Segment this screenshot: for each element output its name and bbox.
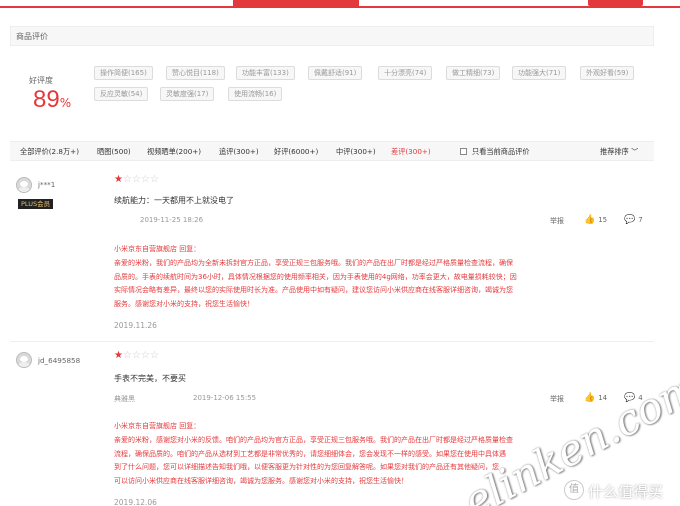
section-title: 商品评价 bbox=[16, 32, 48, 41]
like-button[interactable]: 👍 15 bbox=[584, 215, 607, 225]
review-tag[interactable]: 使用流畅(16) bbox=[228, 87, 283, 101]
comment-button[interactable]: 💬 7 bbox=[624, 215, 643, 225]
only-current-label[interactable]: 只看当前商品评价 bbox=[472, 147, 530, 157]
reply-line: 可以访问小米供应商在线客服详细咨询，竭诚为您服务。感谢您对小米的支持，祝您生活愉… bbox=[114, 477, 408, 486]
filter-pics[interactable]: 晒图(500) bbox=[97, 147, 131, 157]
reply-line: 实际情况会略有差异，最终以您的实际使用时长为准。产品使用中如有疑问，建议您访问小… bbox=[114, 286, 513, 295]
rating-unit: % bbox=[59, 96, 72, 110]
top-nav-strip bbox=[0, 0, 680, 8]
filter-bad[interactable]: 差评(300+) bbox=[391, 147, 431, 157]
sort-label: 推荐排序 bbox=[600, 147, 629, 156]
review-date: 2019-11-25 18:26 bbox=[140, 216, 204, 224]
star-rating: ★☆☆☆☆ bbox=[114, 350, 159, 361]
avatar[interactable] bbox=[16, 177, 32, 193]
rating-value: 89% bbox=[33, 86, 71, 114]
smzdm-logo-icon: 值 bbox=[564, 480, 584, 500]
review-divider bbox=[10, 341, 654, 342]
comment-icon: 💬 bbox=[624, 215, 636, 225]
reply-line: 品质的。手表的续航时间为36小时，具体情况根据您的使用频率相关，因为手表使用的4… bbox=[114, 272, 517, 281]
reply-date: 2019.12.06 bbox=[114, 498, 157, 506]
avatar[interactable] bbox=[16, 352, 32, 368]
like-count: 15 bbox=[598, 216, 608, 224]
review-tag[interactable]: 十分漂亮(74) bbox=[378, 66, 433, 80]
filter-video[interactable]: 视频晒单(200+) bbox=[147, 147, 201, 157]
star-filled-icon: ★ bbox=[114, 174, 123, 185]
review-tag[interactable]: 灵敏度强(17) bbox=[160, 87, 215, 101]
review-tag[interactable]: 功能丰富(133) bbox=[236, 66, 295, 80]
section-header: 商品评价 bbox=[10, 26, 654, 46]
plus-member-badge: PLUS会员 bbox=[18, 199, 54, 209]
add-to-cart-button[interactable] bbox=[588, 0, 643, 6]
review-text: 续航能力：一天都用不上就没电了 bbox=[114, 196, 234, 205]
username[interactable]: jd_6495858 bbox=[38, 356, 80, 365]
sort-dropdown[interactable]: 推荐排序 ﹀ bbox=[600, 147, 638, 157]
rating-number: 89 bbox=[33, 86, 60, 113]
review-tag[interactable]: 做工精细(73) bbox=[446, 66, 501, 80]
like-count: 14 bbox=[598, 394, 608, 402]
watermark-brand: 什么值得买 bbox=[588, 483, 664, 501]
rating-label: 好评度 bbox=[29, 76, 53, 85]
reply-date: 2019.11.26 bbox=[114, 321, 157, 330]
seller-reply: 小米京东自营旗舰店 回复： 亲爱的米粉，感谢您对小米的反馈。咱们的产品均为官方正… bbox=[114, 420, 513, 489]
comment-count: 7 bbox=[638, 216, 643, 224]
review-tag[interactable]: 赞心悦目(118) bbox=[166, 66, 225, 80]
like-button[interactable]: 👍 14 bbox=[584, 393, 607, 403]
review-tag[interactable]: 操作简便(165) bbox=[94, 66, 153, 80]
reply-header: 小米京东自营旗舰店 回复： bbox=[114, 422, 201, 430]
star-empty-icon: ☆☆☆☆ bbox=[122, 174, 159, 185]
thumbs-up-icon: 👍 bbox=[584, 215, 596, 225]
review-tag[interactable]: 功能强大(71) bbox=[512, 66, 567, 80]
filter-medium[interactable]: 中评(300+) bbox=[336, 147, 376, 157]
review-tag[interactable]: 佩戴舒适(91) bbox=[308, 66, 363, 80]
reply-line: 到了什么问题，您可以详细描述告知我们哦，以便客服更为针对性的为您回复解答呢。如果… bbox=[114, 463, 499, 472]
review-tag[interactable]: 反应灵敏(54) bbox=[94, 87, 149, 101]
reply-line: 亲爱的米粉，感谢您对小米的反馈。咱们的产品均为官方正品，享受正规三包服务哦。我们… bbox=[114, 435, 513, 444]
review-tag[interactable]: 外观好看(59) bbox=[580, 66, 635, 80]
seller-reply: 小米京东自营旗舰店 回复： 亲爱的米粉，我们的产品均为全新未拆封官方正品，享受正… bbox=[114, 243, 517, 312]
report-link[interactable]: 举报 bbox=[550, 216, 564, 226]
filter-bar: 全部评价(2.8万+) 晒图(500) 视频晒单(200+) 追评(300+) … bbox=[10, 141, 654, 161]
review-date: 2019-12-06 15:55 bbox=[193, 394, 257, 402]
only-current-checkbox[interactable] bbox=[460, 148, 467, 155]
product-variant: 典雅黑 bbox=[114, 395, 135, 403]
filter-followup[interactable]: 追评(300+) bbox=[219, 147, 259, 157]
star-rating: ★☆☆☆☆ bbox=[114, 174, 159, 185]
username[interactable]: j***1 bbox=[38, 180, 55, 189]
chevron-down-icon: ﹀ bbox=[631, 147, 639, 156]
reply-header: 小米京东自营旗舰店 回复： bbox=[114, 245, 201, 253]
star-empty-icon: ☆☆☆☆ bbox=[122, 350, 159, 361]
reply-line: 亲爱的米粉，我们的产品均为全新未拆封官方正品，享受正规三包服务哦。我们的产品在出… bbox=[114, 258, 513, 267]
reply-line: 流程，确保品质的。咱们的产品从选材到工艺都是非常优秀的，请您细细体会，您会发现不… bbox=[114, 449, 506, 458]
star-filled-icon: ★ bbox=[114, 350, 123, 361]
tab-active-reviews[interactable] bbox=[233, 0, 359, 8]
thumbs-up-icon: 👍 bbox=[584, 393, 596, 403]
filter-all[interactable]: 全部评价(2.8万+) bbox=[20, 147, 79, 157]
report-link[interactable]: 举报 bbox=[550, 394, 564, 404]
filter-good[interactable]: 好评(6000+) bbox=[274, 147, 318, 157]
reply-line: 服务。感谢您对小米的支持，祝您生活愉快！ bbox=[114, 300, 254, 309]
review-text: 手表不完美，不要买 bbox=[114, 374, 186, 383]
